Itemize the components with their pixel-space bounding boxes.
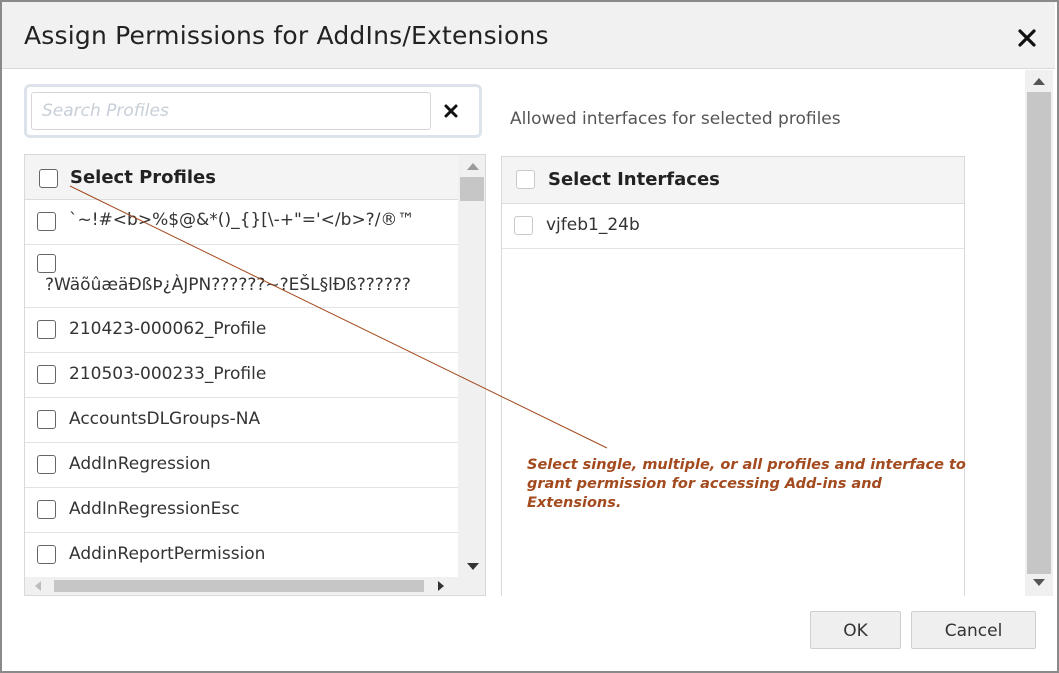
ok-button[interactable]: OK	[810, 611, 901, 649]
profile-row[interactable]: AccountsDLGroups-NA	[25, 398, 458, 443]
profiles-header-label: Select Profiles	[70, 167, 216, 188]
scroll-up-arrow-icon[interactable]	[467, 163, 479, 170]
profile-label: AddInRegressionEsc	[69, 499, 240, 519]
interfaces-header-label: Select Interfaces	[548, 169, 720, 190]
close-icon[interactable]	[1015, 26, 1039, 50]
cancel-button[interactable]: Cancel	[911, 611, 1036, 649]
profile-row[interactable]: ?WäõûæäÐßÞ¿ÀJPN??????~?EŠL§lÐß??????	[25, 245, 458, 308]
dialog-scroll-thumb[interactable]	[1027, 92, 1051, 574]
interface-row[interactable]: vjfeb1_24b	[502, 204, 964, 249]
profiles-vertical-scrollbar[interactable]	[458, 155, 485, 577]
profile-label: AddInRegression	[69, 454, 211, 474]
search-input[interactable]	[31, 92, 431, 130]
scroll-down-arrow-icon[interactable]	[1033, 579, 1045, 586]
scroll-left-arrow-icon[interactable]	[35, 581, 41, 591]
profile-row[interactable]: AddinReportPermission	[25, 533, 458, 578]
dialog-title: Assign Permissions for AddIns/Extensions	[24, 21, 549, 50]
profile-row[interactable]: 210423-000062_Profile	[25, 308, 458, 353]
scroll-thumb[interactable]	[460, 177, 484, 201]
profile-row[interactable]: AddInRegression	[25, 443, 458, 488]
profile-label: AccountsDLGroups-NA	[69, 409, 261, 429]
profile-checkbox[interactable]	[37, 455, 56, 474]
scroll-up-arrow-icon[interactable]	[1033, 78, 1045, 85]
horizontal-scroll-thumb[interactable]	[54, 580, 424, 592]
profile-checkbox[interactable]	[37, 410, 56, 429]
profiles-header: Select Profiles	[25, 155, 458, 200]
profile-checkbox[interactable]	[37, 545, 56, 564]
clear-search-icon[interactable]	[441, 101, 461, 121]
allowed-interfaces-label: Allowed interfaces for selected profiles	[510, 109, 841, 129]
profile-checkbox[interactable]	[37, 212, 56, 231]
profile-checkbox[interactable]	[37, 500, 56, 519]
interface-label: vjfeb1_24b	[546, 215, 640, 235]
profile-label: AddinReportPermission	[69, 544, 266, 564]
search-box	[24, 84, 482, 138]
profiles-horizontal-scrollbar[interactable]	[25, 577, 485, 595]
profile-label: ?WäõûæäÐßÞ¿ÀJPN??????~?EŠL§lÐß??????	[45, 275, 411, 295]
scroll-right-arrow-icon[interactable]	[438, 581, 444, 591]
interfaces-panel: Select Interfaces vjfeb1_24b	[501, 156, 965, 596]
callout-text: Select single, multiple, or all profiles…	[527, 457, 966, 511]
interface-checkbox[interactable]	[514, 216, 533, 235]
profile-label: 210503-000233_Profile	[69, 364, 267, 384]
profile-checkbox[interactable]	[37, 320, 56, 339]
dialog-vertical-scrollbar[interactable]	[1025, 70, 1053, 596]
interfaces-header: Select Interfaces	[502, 157, 964, 204]
scroll-down-arrow-icon[interactable]	[467, 563, 479, 570]
select-all-profiles-checkbox[interactable]	[39, 169, 58, 188]
profile-row[interactable]: AddInRegressionEsc	[25, 488, 458, 533]
profile-checkbox[interactable]	[37, 365, 56, 384]
profiles-panel: Select Profiles `~!#<b>%$@&*()_{}[\-+"='…	[24, 154, 486, 596]
dialog-titlebar: Assign Permissions for AddIns/Extensions	[2, 2, 1055, 69]
profile-checkbox[interactable]	[37, 254, 56, 273]
profile-row[interactable]: 210503-000233_Profile	[25, 353, 458, 398]
profile-label: `~!#<b>%$@&*()_{}[\-+"='</b>?/®™	[69, 210, 415, 230]
profile-label: 210423-000062_Profile	[69, 319, 267, 339]
profile-row[interactable]: `~!#<b>%$@&*()_{}[\-+"='</b>?/®™	[25, 200, 458, 245]
select-all-interfaces-checkbox[interactable]	[516, 170, 535, 189]
